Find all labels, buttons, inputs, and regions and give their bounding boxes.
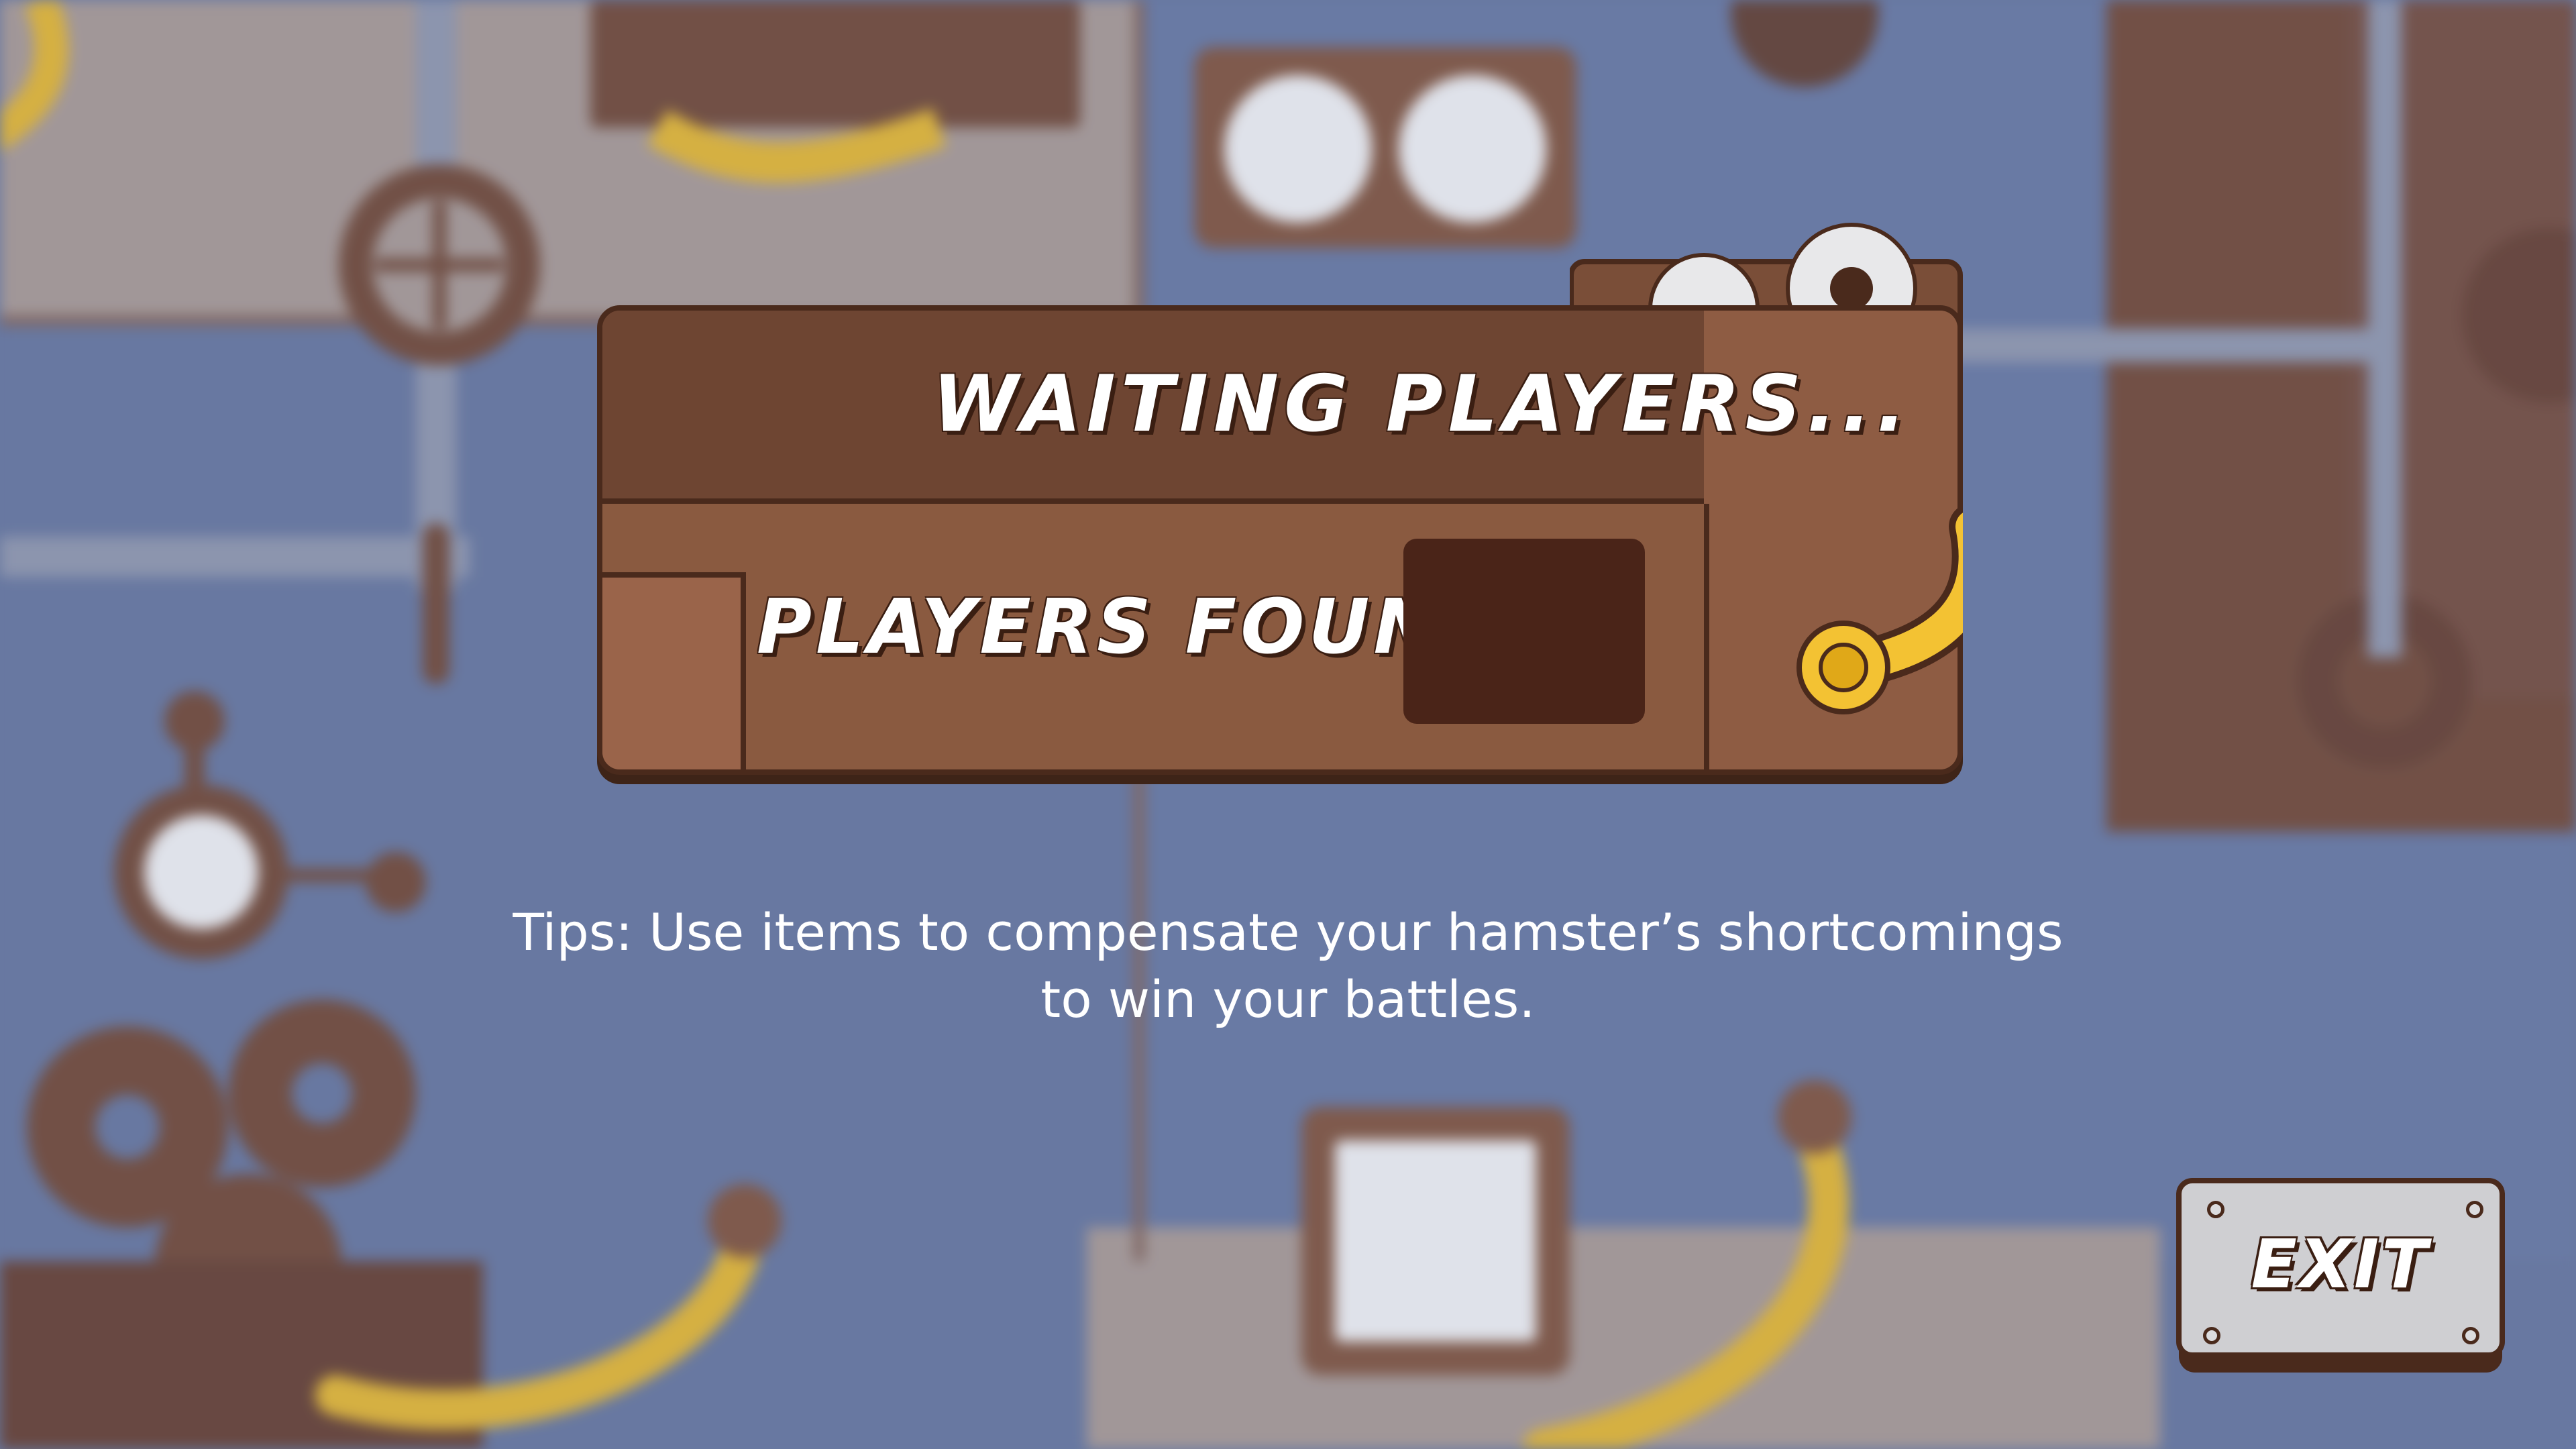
rivet-icon <box>2466 1201 2483 1218</box>
rivet-icon <box>2207 1201 2224 1218</box>
panel-divider <box>1704 504 1709 769</box>
rivet-icon <box>2203 1327 2220 1344</box>
rivet-icon <box>2462 1327 2479 1344</box>
page-title: WAITING PLAYERS... <box>932 359 1912 449</box>
waiting-panel: WAITING PLAYERS... PLAYERS FOUND: <box>597 305 1963 784</box>
players-found-counter <box>1403 539 1645 724</box>
exit-button-label: EXIT <box>2251 1225 2430 1303</box>
exit-button[interactable]: EXIT <box>2176 1178 2505 1373</box>
tips-line-2: to win your battles. <box>1040 969 1536 1029</box>
tips-line-1: Tips: Use items to compensate your hamst… <box>513 902 2063 962</box>
panel-left-block <box>602 572 746 769</box>
tips-text: Tips: Use items to compensate your hamst… <box>376 899 2200 1033</box>
